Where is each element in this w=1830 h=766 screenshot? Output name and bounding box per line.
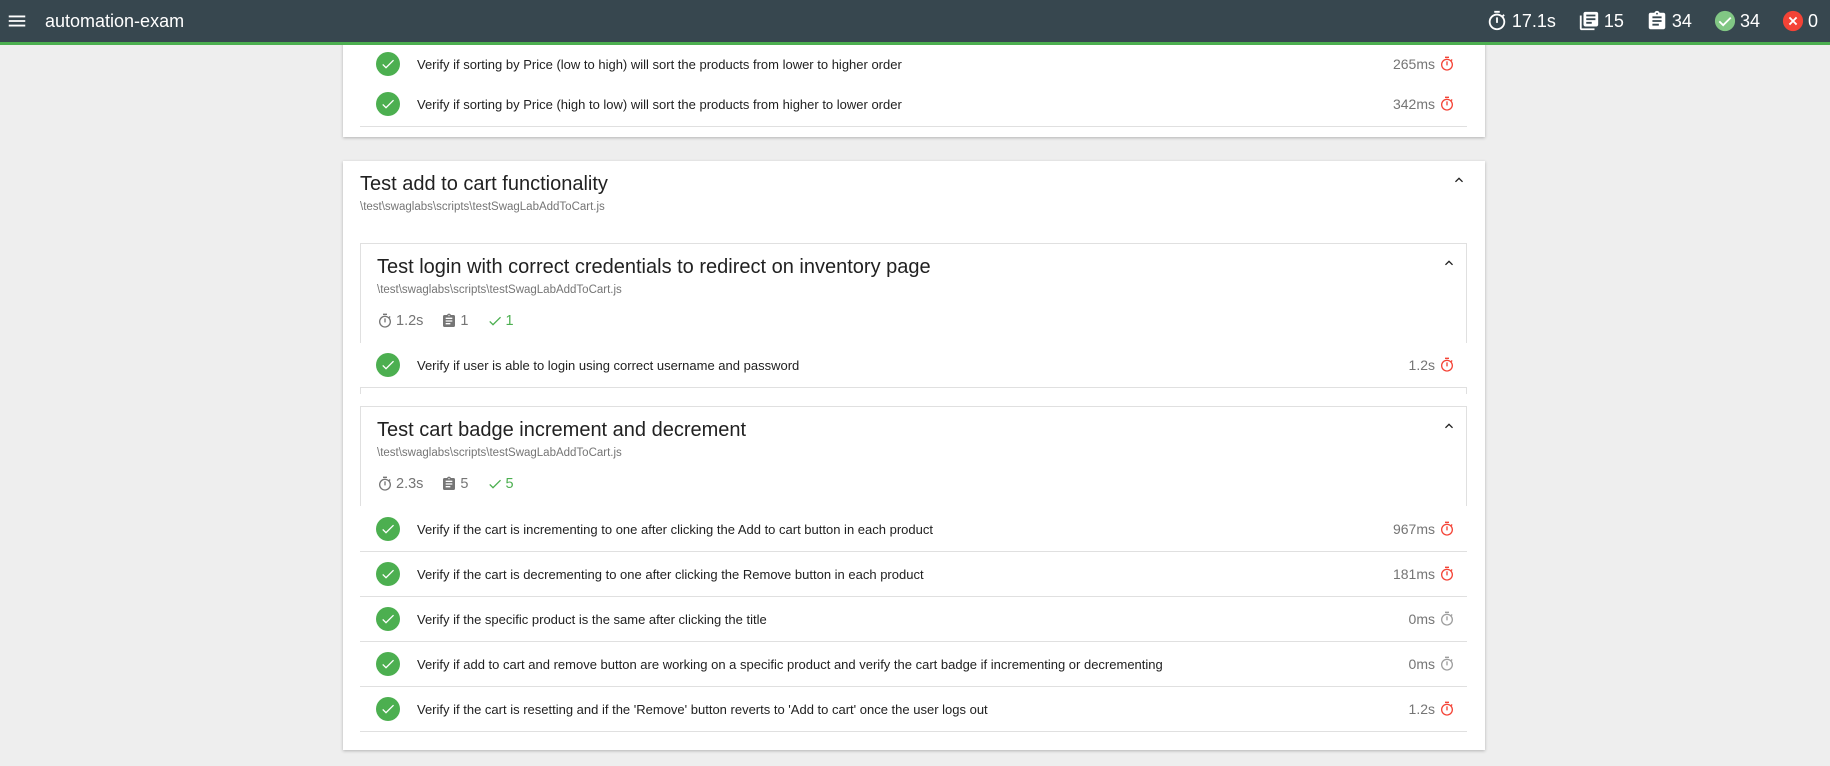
collapse-suite-button[interactable] [1449, 170, 1469, 190]
subsuite-passed-value: 1 [505, 313, 514, 329]
chevron-up-icon [1445, 423, 1453, 429]
slow-timer-icon [1439, 357, 1455, 373]
test-title: Verify if sorting by Price (low to high)… [417, 56, 902, 72]
test-title: Verify if the specific product is the sa… [417, 611, 767, 627]
test-title: Verify if user is able to login using co… [417, 357, 800, 373]
subsuite-test-count: 5 [441, 476, 469, 492]
subsuite-title: Test cart badge increment and decrement [377, 419, 747, 441]
subsuite-duration-value: 1.2s [396, 313, 424, 329]
app-title: automation-exam [45, 10, 185, 31]
menu-button[interactable] [0, 0, 34, 44]
timer-icon [1439, 656, 1455, 672]
test-title: Verify if the cart is resetting and if t… [417, 701, 988, 717]
test-duration: 1.2s [1408, 357, 1435, 373]
suite-card: Test add to cart functionality \test\swa… [343, 161, 1485, 750]
test-row[interactable]: Verify if the cart is incrementing to on… [360, 507, 1467, 552]
chevron-up-icon [1455, 177, 1463, 183]
slow-timer-icon [1439, 701, 1455, 717]
slow-timer-icon [1439, 566, 1455, 582]
pass-check-icon [376, 652, 400, 676]
subsuite-duration-value: 2.3s [396, 476, 424, 492]
stat-duration[interactable]: 17.1s [1486, 10, 1556, 32]
test-row[interactable]: Verify if sorting by Price (low to high)… [360, 42, 1467, 87]
subsuite-passed-value: 5 [505, 476, 514, 492]
slow-timer-icon [1439, 521, 1455, 537]
slow-timer-icon [1439, 96, 1455, 112]
summary-stats: 17.1s 15 34 34 0 [1464, 10, 1830, 32]
suite-file-path: \test\swaglabs\scripts\testSwagLabAddToC… [360, 201, 605, 213]
subsuite-passed-count: 5 [487, 476, 514, 492]
test-row[interactable]: Verify if sorting by Price (high to low)… [360, 82, 1467, 127]
test-duration: 342ms [1392, 96, 1435, 112]
test-row[interactable]: Verify if add to cart and remove button … [360, 642, 1467, 687]
subsuite-passed-count: 1 [487, 313, 514, 329]
stopwatch-icon [379, 476, 391, 491]
timer-icon [1439, 611, 1455, 627]
test-row[interactable]: Verify if the specific product is the sa… [360, 597, 1467, 642]
test-duration: 265ms [1392, 56, 1435, 72]
stat-failed-value: 0 [1807, 10, 1818, 31]
suite-title: Test add to cart functionality [360, 173, 608, 195]
collapse-subsuite-button[interactable] [1439, 416, 1459, 436]
check-icon [488, 479, 501, 489]
subsuite-duration: 2.3s [377, 476, 423, 492]
pass-check-icon [376, 607, 400, 631]
pass-check-icon [376, 353, 400, 377]
stat-passed[interactable]: 34 [1714, 10, 1760, 32]
test-duration: 181ms [1392, 566, 1435, 582]
subsuite-file-path: \test\swaglabs\scripts\testSwagLabAddToC… [377, 447, 622, 459]
subsuite-test-count: 1 [441, 313, 469, 329]
stat-tests-value: 34 [1671, 10, 1692, 31]
test-duration: 1.2s [1408, 701, 1435, 717]
stat-suites-value: 15 [1603, 10, 1624, 31]
clipboard-icon [443, 476, 456, 490]
collapse-subsuite-button[interactable] [1439, 253, 1459, 273]
passed-check-icon [1714, 10, 1736, 32]
stat-tests[interactable]: 34 [1646, 10, 1692, 32]
previous-suite-card: Verify if sorting by Price (low to high)… [343, 30, 1485, 137]
check-icon [488, 316, 501, 326]
stat-passed-value: 34 [1739, 10, 1760, 31]
subsuite-stats: 2.3s 5 5 [377, 476, 532, 492]
subsuite-title: Test login with correct credentials to r… [377, 256, 931, 278]
test-title: Verify if add to cart and remove button … [417, 656, 1163, 672]
stat-duration-value: 17.1s [1511, 10, 1556, 31]
stat-suites[interactable]: 15 [1578, 10, 1624, 32]
pass-check-icon [376, 697, 400, 721]
subsuite-file-path: \test\swaglabs\scripts\testSwagLabAddToC… [377, 284, 622, 296]
subsuite-cart-badge: Test cart badge increment and decrement … [360, 406, 1467, 506]
stopwatch-icon [1486, 10, 1508, 32]
test-title: Verify if sorting by Price (high to low)… [417, 96, 902, 112]
stat-failed[interactable]: 0 [1782, 10, 1818, 32]
pass-check-icon [376, 517, 400, 541]
hamburger-menu-icon [8, 15, 26, 27]
subsuite-stats: 1.2s 1 1 [377, 313, 532, 329]
top-navbar: automation-exam 17.1s 15 34 34 0 [0, 0, 1830, 45]
pass-check-icon [376, 52, 400, 76]
chevron-up-icon [1445, 260, 1453, 266]
test-row[interactable]: Verify if the cart is resetting and if t… [360, 687, 1467, 732]
test-row[interactable]: Verify if the cart is decrementing to on… [360, 552, 1467, 597]
test-duration: 0ms [1408, 611, 1435, 627]
subsuite-duration: 1.2s [377, 313, 423, 329]
test-title: Verify if the cart is decrementing to on… [417, 566, 924, 582]
test-duration: 967ms [1392, 521, 1435, 537]
test-row[interactable]: Verify if user is able to login using co… [360, 343, 1467, 388]
pass-check-icon [376, 562, 400, 586]
test-title: Verify if the cart is incrementing to on… [417, 521, 933, 537]
subsuite-test-count-value: 5 [460, 476, 469, 492]
subsuite-test-count-value: 1 [460, 313, 469, 329]
library-books-icon [1578, 10, 1600, 32]
test-duration: 0ms [1408, 656, 1435, 672]
pass-check-icon [376, 92, 400, 116]
stopwatch-icon [379, 313, 391, 328]
failed-x-icon [1782, 10, 1804, 32]
clipboard-icon [1646, 10, 1668, 32]
clipboard-icon [443, 313, 456, 327]
slow-timer-icon [1439, 56, 1455, 72]
